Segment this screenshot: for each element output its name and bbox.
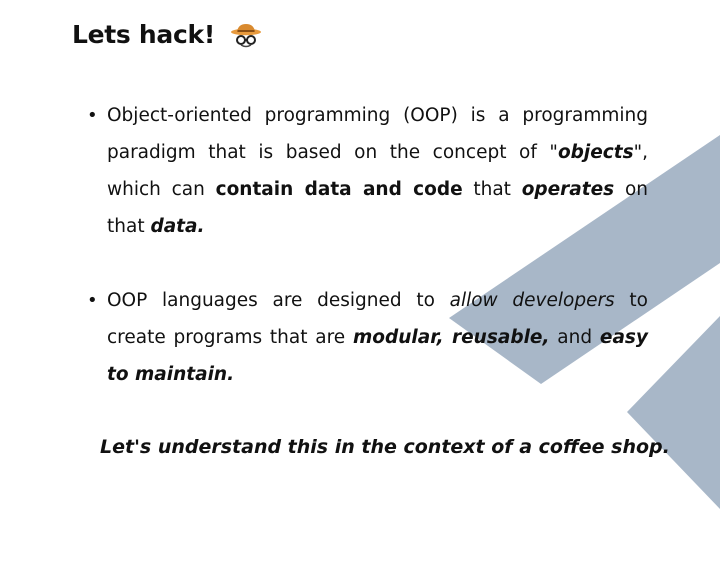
bullet-oop-definition: Object-oriented programming (OOP) is a p… [86, 97, 648, 245]
emphasis-modular-reusable: modular, reusable, [352, 327, 550, 348]
slide-title: Lets hack! [72, 20, 215, 49]
bullet-list: Object-oriented programming (OOP) is a p… [86, 97, 648, 430]
hacker-with-hat-icon [229, 21, 263, 49]
title-row: Lets hack! [72, 20, 263, 49]
text-fragment: and [549, 327, 600, 348]
text-fragment: that [462, 179, 522, 200]
text-fragment: OOP languages are designed to [107, 290, 450, 311]
closing-statement: Let's understand this in the context of … [100, 436, 670, 458]
emphasis-contain-data-code: contain data and code [215, 179, 463, 200]
emphasis-data: data. [150, 216, 205, 237]
emphasis-allow-developers: allow developers [449, 290, 615, 311]
emphasis-operates: operates [521, 179, 615, 200]
emphasis-objects: objects [557, 142, 634, 163]
bullet-oop-languages: OOP languages are designed to allow deve… [86, 282, 648, 393]
